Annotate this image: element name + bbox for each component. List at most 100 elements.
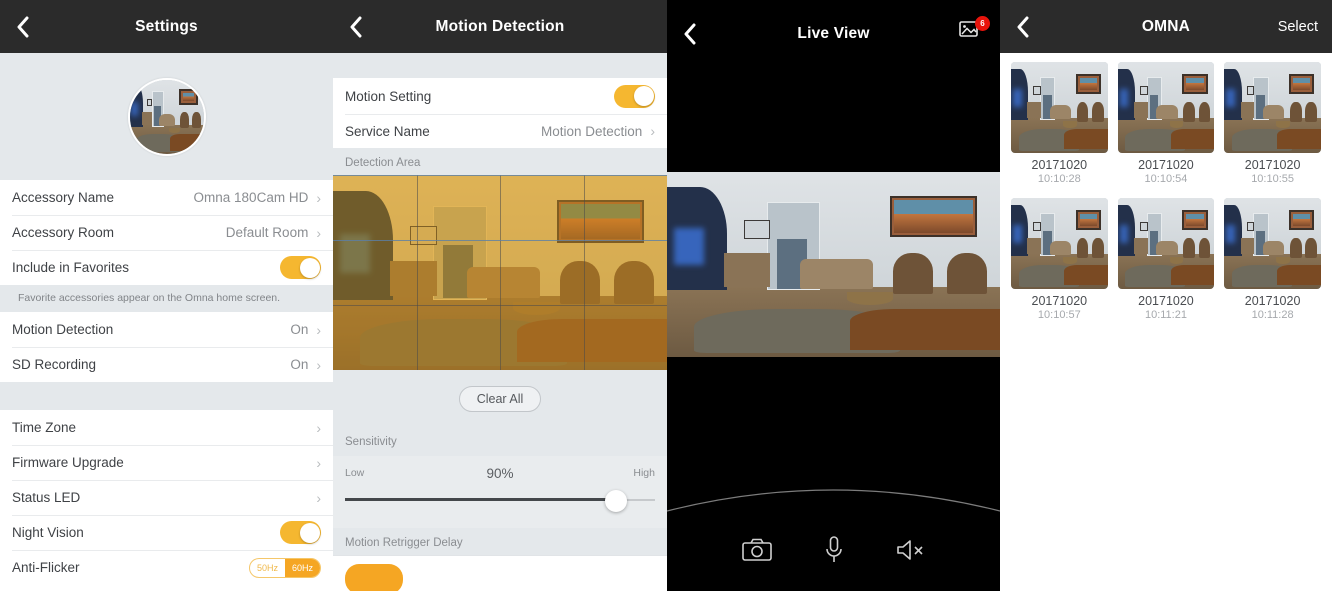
list-item[interactable]: 20171020 10:10:54 xyxy=(1113,59,1220,195)
gallery-item-time: 10:11:28 xyxy=(1251,309,1294,321)
gallery-button[interactable]: 6 xyxy=(959,16,990,47)
row-status-led[interactable]: Status LED › xyxy=(0,480,333,515)
night-vision-label: Night Vision xyxy=(12,525,84,540)
panel-gallery: OMNA Select 20171020 10:10:28 20171020 1… xyxy=(1000,0,1332,591)
panel-motion-detection: Motion Detection Motion Setting Service … xyxy=(333,0,667,591)
accessory-avatar-area xyxy=(0,53,333,180)
snapshot-button[interactable] xyxy=(741,538,772,567)
retrigger-row[interactable] xyxy=(333,555,667,591)
gallery-thumbnail[interactable] xyxy=(1117,62,1215,153)
gallery-badge: 6 xyxy=(975,16,990,31)
camera-thumbnail-image xyxy=(129,79,204,154)
gallery-thumbnail[interactable] xyxy=(1224,62,1321,153)
group-separator xyxy=(0,382,333,410)
gallery-item-date: 20171020 xyxy=(1244,294,1301,308)
gallery-thumbnail[interactable] xyxy=(1117,198,1215,289)
group-separator xyxy=(333,53,667,78)
detection-area-grid[interactable] xyxy=(333,175,667,370)
chevron-left-icon xyxy=(684,23,695,45)
gallery-item-time: 10:10:57 xyxy=(1037,309,1081,321)
row-include-favorites[interactable]: Include in Favorites xyxy=(0,250,333,285)
speaker-muted-icon xyxy=(896,540,923,560)
row-motion-detection[interactable]: Motion Detection On › xyxy=(0,312,333,347)
time-zone-label: Time Zone xyxy=(12,420,77,435)
gallery-item-date: 20171020 xyxy=(1244,158,1301,172)
motion-setting-toggle[interactable] xyxy=(614,84,655,108)
mute-button[interactable] xyxy=(896,538,926,567)
favorites-note: Favorite accessories appear on the Omna … xyxy=(0,285,333,312)
sensitivity-header: Sensitivity xyxy=(333,427,667,456)
gallery-thumbnail[interactable] xyxy=(1011,198,1108,289)
row-service-name[interactable]: Service Name Motion Detection › xyxy=(333,114,667,148)
retrigger-chip[interactable] xyxy=(345,564,403,591)
back-button[interactable] xyxy=(667,0,711,68)
back-button[interactable] xyxy=(1000,0,1044,53)
anti-flicker-segmented-control[interactable]: 50Hz 60Hz xyxy=(248,557,321,578)
back-button[interactable] xyxy=(333,0,377,53)
anti-flicker-option-50hz[interactable]: 50Hz xyxy=(250,559,285,577)
accessory-room-value: Default Room xyxy=(225,225,309,240)
row-accessory-name[interactable]: Accessory Name Omna 180Cam HD › xyxy=(0,180,333,215)
gallery-thumbnail[interactable] xyxy=(1224,198,1321,289)
select-button[interactable]: Select xyxy=(1278,19,1318,35)
retrigger-header: Motion Retrigger Delay xyxy=(333,528,667,555)
row-time-zone[interactable]: Time Zone › xyxy=(0,410,333,445)
status-led-label: Status LED xyxy=(12,490,81,505)
gallery-item-date: 20171020 xyxy=(1031,294,1088,308)
row-anti-flicker[interactable]: Anti-Flicker 50Hz 60Hz xyxy=(0,550,333,585)
sd-recording-label: SD Recording xyxy=(12,357,97,372)
back-button[interactable] xyxy=(0,0,44,53)
motion-setting-label: Motion Setting xyxy=(345,88,432,104)
sensitivity-high-label: High xyxy=(633,467,655,479)
gallery-thumbnail[interactable] xyxy=(1011,62,1108,153)
gallery-item-time: 10:10:28 xyxy=(1037,173,1081,185)
clear-all-button[interactable]: Clear All xyxy=(458,385,542,412)
row-firmware-upgrade[interactable]: Firmware Upgrade › xyxy=(0,445,333,480)
chevron-left-icon xyxy=(1017,16,1028,37)
gallery-item-time: 10:10:55 xyxy=(1251,173,1295,185)
row-sd-recording[interactable]: SD Recording On › xyxy=(0,347,333,382)
service-name-value: Motion Detection xyxy=(541,123,643,139)
include-favorites-toggle[interactable] xyxy=(280,256,321,279)
list-item[interactable]: 20171020 10:11:21 xyxy=(1113,195,1220,331)
gallery-navbar: OMNA Select xyxy=(1000,0,1332,53)
gallery-item-date: 20171020 xyxy=(1031,158,1088,172)
anti-flicker-option-60hz[interactable]: 60Hz xyxy=(284,558,320,577)
chevron-left-icon xyxy=(17,16,28,37)
row-accessory-room[interactable]: Accessory Room Default Room › xyxy=(0,215,333,250)
slider-fill xyxy=(345,498,621,501)
row-motion-setting[interactable]: Motion Setting xyxy=(333,78,667,114)
chevron-right-icon: › xyxy=(316,489,321,506)
list-item[interactable]: 20171020 10:10:57 xyxy=(1006,195,1113,331)
anti-flicker-label: Anti-Flicker xyxy=(12,560,80,575)
chevron-right-icon: › xyxy=(650,123,655,139)
page-title: Motion Detection xyxy=(435,17,565,35)
live-view-controls xyxy=(667,536,1000,569)
live-camera-image xyxy=(667,172,1000,357)
live-video-feed[interactable] xyxy=(667,172,1000,357)
sensitivity-labels: Low 90% High xyxy=(345,464,655,482)
chevron-right-icon: › xyxy=(316,356,321,373)
service-name-label: Service Name xyxy=(345,123,430,139)
list-item[interactable]: 20171020 10:11:28 xyxy=(1219,195,1326,331)
motion-detection-label: Motion Detection xyxy=(12,322,114,337)
night-vision-toggle[interactable] xyxy=(280,521,321,544)
sensitivity-slider[interactable] xyxy=(345,488,655,512)
accessory-name-value: Omna 180Cam HD xyxy=(193,190,309,205)
gallery-item-time: 10:11:21 xyxy=(1144,309,1187,321)
row-night-vision[interactable]: Night Vision xyxy=(0,515,333,550)
detection-area-header: Detection Area xyxy=(333,148,667,175)
clear-all-area: Clear All xyxy=(333,370,667,427)
panel-settings: Settings Accessory Name Omna 180Cam HD ›… xyxy=(0,0,333,591)
microphone-icon xyxy=(825,536,842,562)
gallery-item-date: 20171020 xyxy=(1138,294,1194,308)
avatar[interactable] xyxy=(127,77,206,156)
chevron-right-icon: › xyxy=(316,224,321,241)
talk-button[interactable] xyxy=(825,536,843,569)
chevron-left-icon xyxy=(350,16,361,37)
motion-navbar: Motion Detection xyxy=(333,0,667,53)
list-item[interactable]: 20171020 10:10:55 xyxy=(1219,59,1326,195)
slider-handle[interactable] xyxy=(605,490,628,512)
list-item[interactable]: 20171020 10:10:28 xyxy=(1006,59,1113,195)
gallery-item-date: 20171020 xyxy=(1138,158,1194,172)
